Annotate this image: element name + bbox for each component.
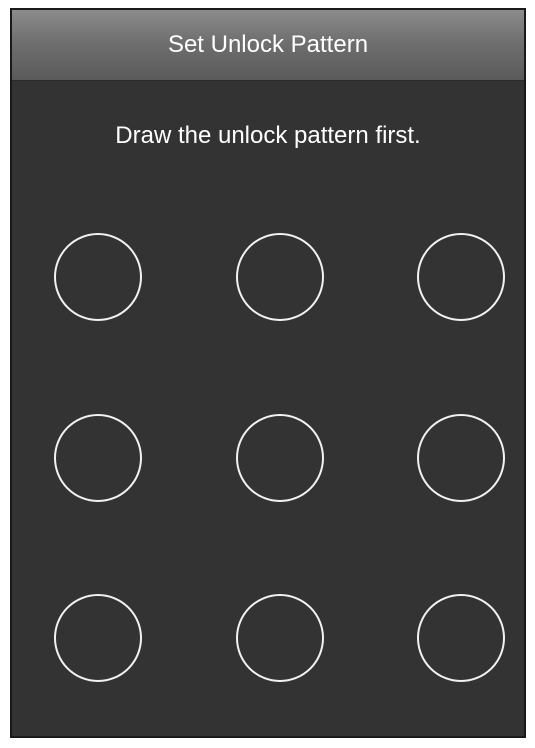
pattern-point-8[interactable] [236, 594, 324, 682]
pattern-point-5[interactable] [236, 414, 324, 502]
pattern-point-6[interactable] [417, 414, 505, 502]
pattern-point-9[interactable] [417, 594, 505, 682]
pattern-point-7[interactable] [54, 594, 142, 682]
pattern-point-2[interactable] [236, 233, 324, 321]
pattern-point-4[interactable] [54, 414, 142, 502]
unlock-pattern-dialog: Set Unlock Pattern Draw the unlock patte… [10, 8, 526, 738]
pattern-point-1[interactable] [54, 233, 142, 321]
pattern-grid[interactable] [12, 10, 524, 736]
pattern-point-3[interactable] [417, 233, 505, 321]
